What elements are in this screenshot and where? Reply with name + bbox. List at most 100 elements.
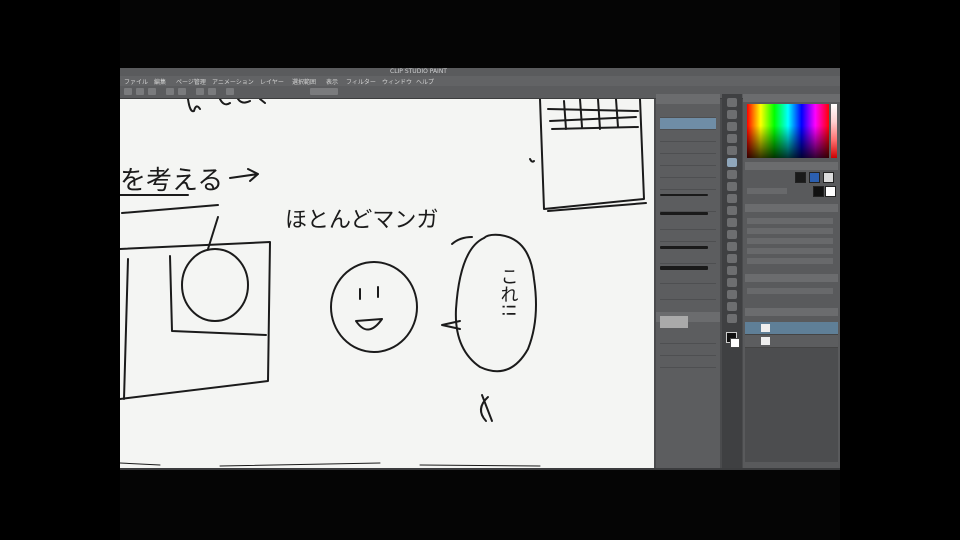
menu-help[interactable]: ヘルプ [416, 77, 434, 86]
layer-thumbnail [761, 324, 770, 332]
layer-property-header [745, 274, 838, 282]
panel-frame-right [539, 99, 645, 210]
new-file-icon[interactable] [124, 88, 132, 95]
eraser-icon[interactable] [727, 206, 737, 215]
pen-tool-icon[interactable] [727, 158, 737, 167]
select-tool-icon[interactable] [727, 122, 737, 131]
clear-icon[interactable] [196, 88, 204, 95]
arrow-right [229, 168, 259, 182]
airbrush-icon[interactable] [727, 194, 737, 203]
gradient-icon[interactable] [727, 242, 737, 251]
zoom-tool-icon[interactable] [727, 98, 737, 107]
color-swatch-dark[interactable] [795, 172, 806, 183]
save-icon[interactable] [148, 88, 156, 95]
brush-row[interactable] [660, 230, 716, 242]
redo-icon[interactable] [178, 88, 186, 95]
fill-tool-icon[interactable] [727, 230, 737, 239]
brush-row[interactable] [660, 200, 716, 212]
title-bar: CLIP STUDIO PAINT [120, 68, 840, 76]
layer-panel-header [745, 308, 838, 316]
brush-row[interactable] [660, 344, 716, 356]
brush-row[interactable] [660, 166, 716, 178]
sub-tool-detail-header [745, 204, 838, 212]
eyedropper-icon[interactable] [727, 146, 737, 155]
smiley-mouth [355, 318, 383, 331]
layer-row[interactable] [745, 335, 838, 348]
tool-strip [722, 94, 742, 468]
blend-tool-icon[interactable] [727, 218, 737, 227]
open-file-icon[interactable] [136, 88, 144, 95]
note-text-left: を考える [120, 166, 223, 196]
smiley-face [330, 261, 418, 353]
brush-row[interactable] [660, 142, 716, 154]
speech-text-vertical: これ!! [498, 267, 519, 317]
color-swatch-white[interactable] [825, 186, 836, 197]
color-swatch-blue[interactable] [809, 172, 820, 183]
menu-selection[interactable]: 選択範囲 [292, 77, 316, 86]
menu-filter[interactable]: フィルター [346, 77, 376, 86]
lasso-tool-icon[interactable] [727, 134, 737, 143]
panel-frame-lines [547, 108, 639, 130]
property-row[interactable] [747, 218, 833, 224]
brush-tool-icon[interactable] [727, 182, 737, 191]
undo-icon[interactable] [166, 88, 174, 95]
property-row[interactable] [747, 238, 833, 244]
brush-row[interactable] [660, 288, 716, 300]
menu-file[interactable]: ファイル [124, 77, 148, 86]
sub-color-swatch[interactable] [730, 338, 740, 348]
figure-tool-icon[interactable] [727, 254, 737, 263]
brush-panel-header [656, 94, 720, 104]
drawing-canvas[interactable]: を考える ほとんどマンガ これ!! [120, 99, 654, 468]
brush-row[interactable] [660, 130, 716, 142]
move-tool-icon[interactable] [727, 110, 737, 119]
balloon-tool-icon[interactable] [727, 302, 737, 311]
zoom-field[interactable] [310, 88, 338, 95]
brush-row[interactable] [660, 218, 716, 230]
brush-row[interactable] [660, 178, 716, 190]
brush-row-selected[interactable] [660, 118, 716, 130]
property-row[interactable] [747, 248, 833, 254]
color-swatch-black[interactable] [813, 186, 824, 197]
brush-row[interactable] [660, 154, 716, 166]
brush-row[interactable] [660, 252, 716, 264]
color-slider[interactable] [831, 104, 837, 158]
frame-tool-icon[interactable] [727, 266, 737, 275]
brush-row[interactable] [660, 272, 716, 284]
ruler-tool-icon[interactable] [727, 278, 737, 287]
edge-marks [120, 462, 541, 467]
brush-preview [660, 266, 708, 270]
menu-page[interactable]: ページ管理 [176, 77, 206, 86]
layer-row-selected[interactable] [745, 322, 838, 335]
brush-row[interactable] [660, 332, 716, 344]
menu-window[interactable]: ウィンドウ [382, 77, 412, 86]
menu-animation[interactable]: アニメーション [212, 77, 254, 86]
property-row[interactable] [747, 188, 787, 194]
brush-preview [660, 246, 708, 249]
property-row[interactable] [747, 228, 833, 234]
tool-property-header [745, 162, 838, 170]
color-swatch-light[interactable] [823, 172, 834, 183]
menu-view[interactable]: 表示 [326, 77, 338, 86]
speech-balloon [454, 233, 537, 373]
color-palette[interactable] [747, 104, 829, 158]
brush-row[interactable] [660, 106, 716, 118]
pencil-tool-icon[interactable] [727, 170, 737, 179]
brush-preview [660, 212, 708, 215]
brush-row[interactable] [660, 356, 716, 368]
menu-edit[interactable]: 編集 [154, 77, 166, 86]
video-frame: CLIP STUDIO PAINT ファイル 編集 ページ管理 アニメーション … [120, 0, 840, 540]
menu-layer[interactable]: レイヤー [260, 77, 284, 86]
right-panel [743, 94, 840, 468]
heading-text: ほとんどマンガ [285, 208, 438, 233]
property-row[interactable] [747, 258, 833, 264]
smiley-eyes [359, 286, 379, 300]
select-all-icon[interactable] [226, 88, 234, 95]
menu-bar: ファイル 編集 ページ管理 アニメーション レイヤー 選択範囲 表示 フィルター… [120, 76, 840, 86]
property-row[interactable] [747, 288, 833, 294]
balloon-stroke [451, 236, 473, 245]
brush-size-panel [656, 94, 720, 468]
text-tool-icon[interactable] [727, 290, 737, 299]
correction-tool-icon[interactable] [727, 314, 737, 323]
panel-frame-lines [563, 99, 619, 130]
transform-icon[interactable] [208, 88, 216, 95]
